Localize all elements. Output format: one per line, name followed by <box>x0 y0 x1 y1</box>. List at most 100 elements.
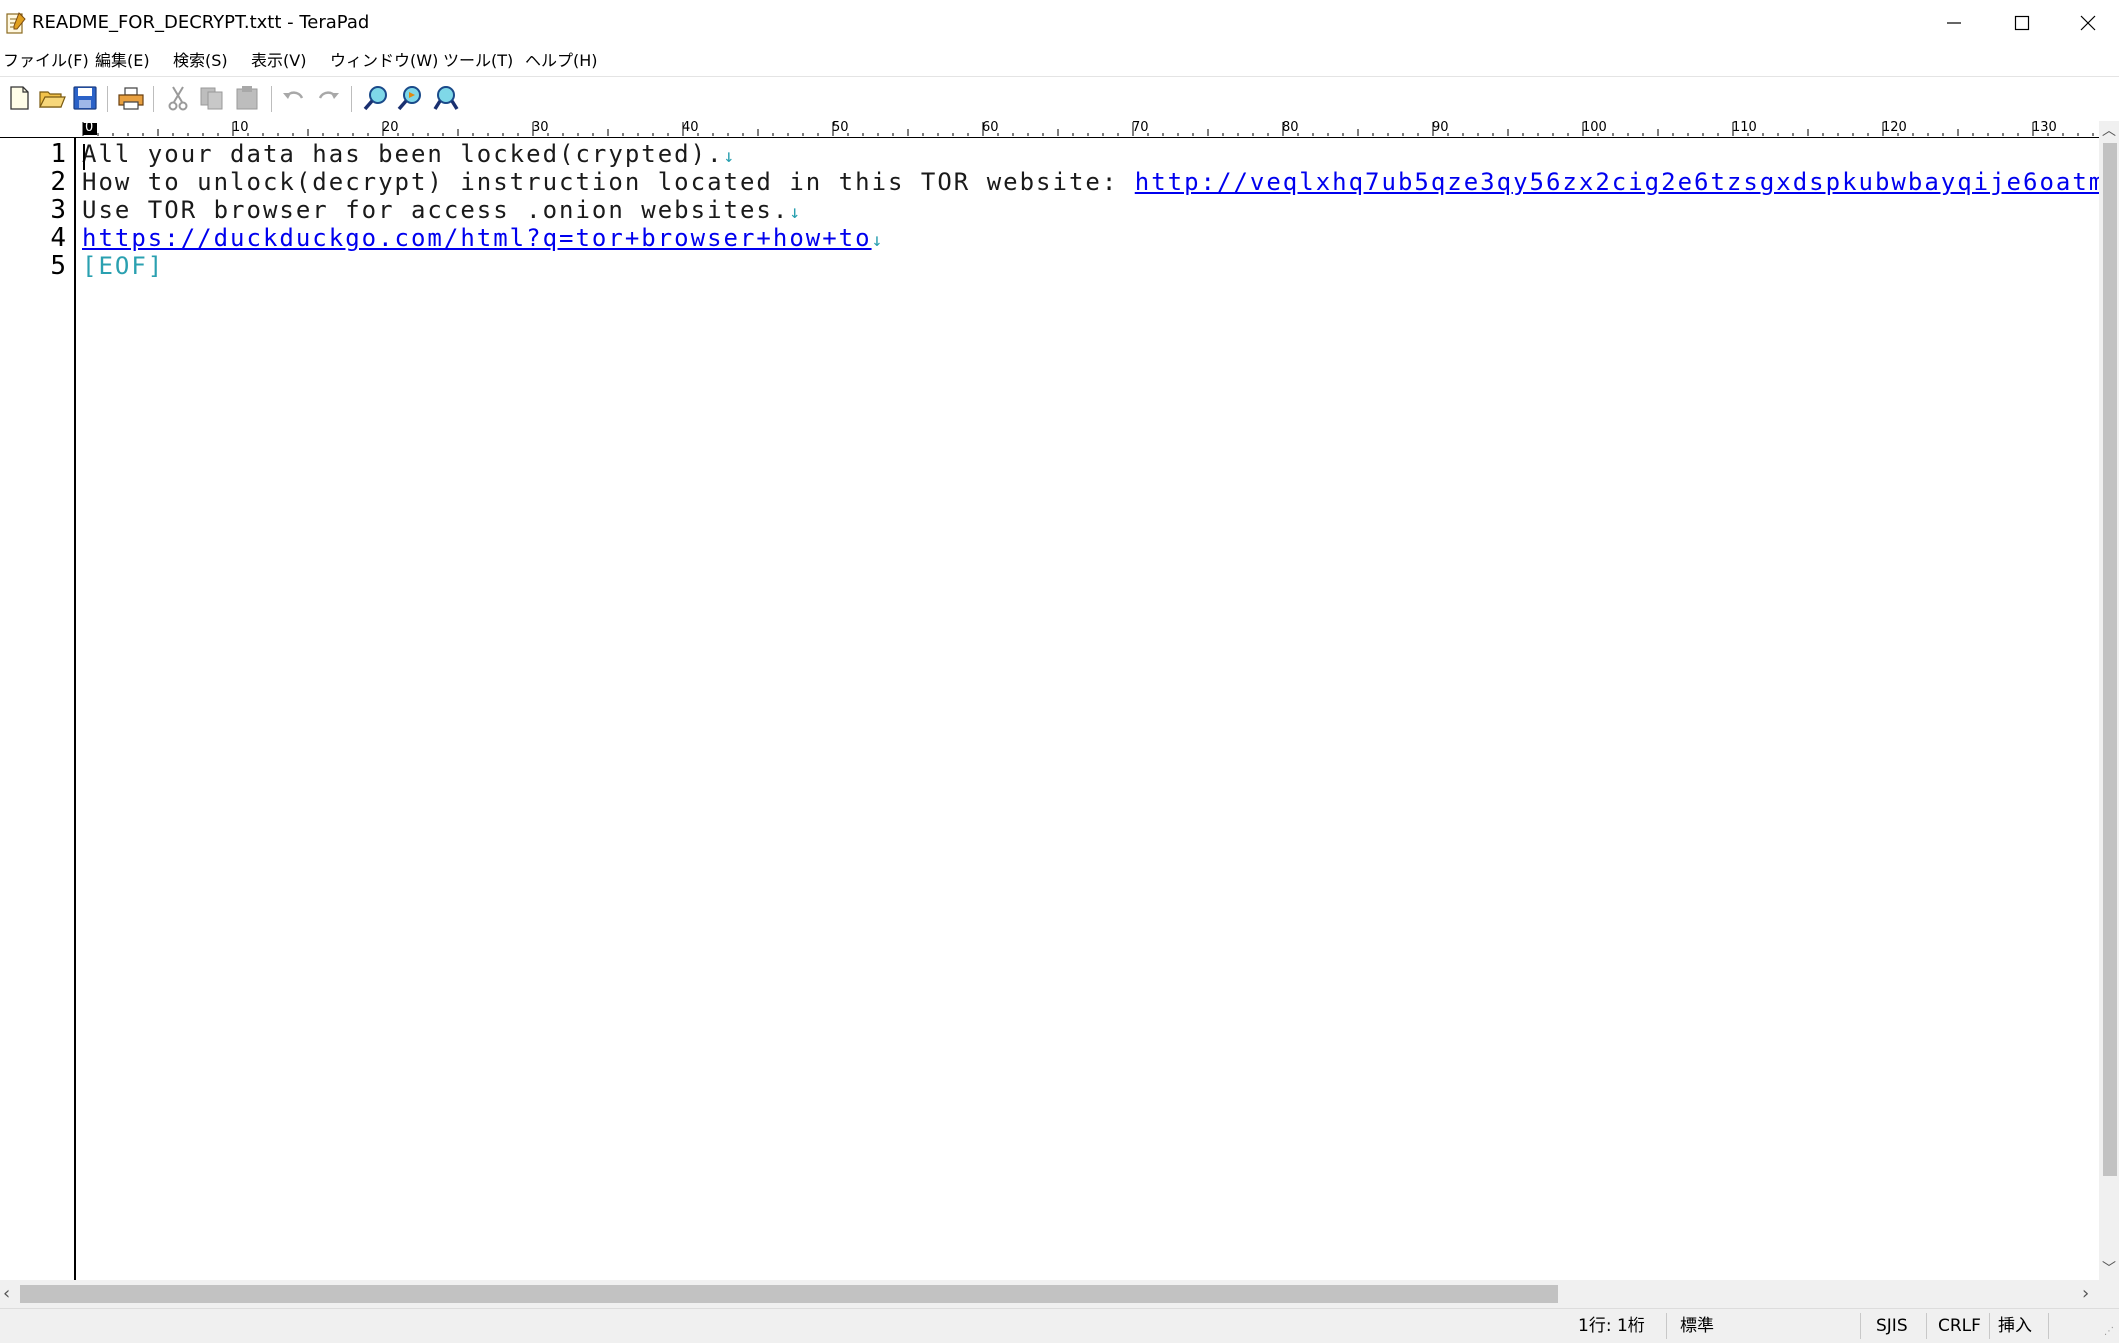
print-button[interactable] <box>116 83 146 113</box>
cut-button[interactable] <box>163 83 193 113</box>
return-mark: ↓ <box>789 202 803 223</box>
ruler-label: 30 <box>532 121 549 135</box>
resize-grip-icon[interactable]: ⋰ <box>2104 1326 2114 1337</box>
ruler-label: 20 <box>382 121 399 135</box>
newline-indicator[interactable]: CRLF <box>1938 1316 1981 1336</box>
status-separator <box>1860 1313 1861 1339</box>
scroll-left-icon[interactable]: ‹ <box>3 1284 10 1304</box>
menu-view[interactable]: 表示(V) <box>251 49 306 73</box>
ruler-label: 110 <box>1732 121 1757 135</box>
paste-icon <box>236 86 258 110</box>
copy-button[interactable] <box>197 83 227 113</box>
menu-edit[interactable]: 編集(E) <box>95 49 150 73</box>
print-icon <box>118 87 144 110</box>
scroll-down-icon[interactable]: ﹀ <box>2102 1261 2116 1277</box>
status-bar: 1行: 1桁 標準 SJIS CRLF 挿入 <box>0 1308 2119 1343</box>
find-prev-button[interactable] <box>431 83 461 113</box>
line-number: 1 <box>50 139 66 169</box>
editor-line-4[interactable]: https://duckduckgo.com/html?q=tor+browse… <box>82 224 884 255</box>
scrollbar-corner <box>2099 1280 2119 1308</box>
ruler-label: 70 <box>1132 121 1149 135</box>
text-editor-area[interactable]: All your data has been locked(crypted).↓… <box>76 138 2099 1280</box>
menu-tools[interactable]: ツール(T) <box>443 49 513 73</box>
return-mark: ↓ <box>871 230 885 251</box>
eof-marker: [EOF] <box>82 252 165 280</box>
ruler-label: 120 <box>1882 121 1907 135</box>
terapad-app-icon[interactable] <box>5 11 27 35</box>
encoding-indicator[interactable]: SJIS <box>1876 1316 1908 1336</box>
editor-line-3[interactable]: Use TOR browser for access .onion websit… <box>82 196 802 227</box>
ruler-label: 90 <box>1432 121 1449 135</box>
new-file-button[interactable] <box>4 83 34 113</box>
line-number: 2 <box>50 167 66 197</box>
toolbar-separator <box>153 86 154 112</box>
ruler-label: 10 <box>232 121 249 135</box>
find-button[interactable] <box>361 83 391 113</box>
find-next-icon <box>397 86 421 111</box>
status-separator <box>1926 1313 1927 1339</box>
ruler-corner <box>0 121 82 138</box>
maximize-icon <box>2014 15 2030 31</box>
close-button[interactable] <box>2055 0 2119 46</box>
ruler-label: 80 <box>1282 121 1299 135</box>
insert-mode-indicator: 挿入 <box>1998 1316 2032 1336</box>
line-number: 4 <box>50 223 66 253</box>
ruler-label: 0 <box>85 121 94 135</box>
status-separator <box>1666 1313 1667 1339</box>
line-text: All your data has been locked(crypted). <box>82 140 724 168</box>
save-button[interactable] <box>70 83 100 113</box>
menu-help[interactable]: ヘルプ(H) <box>525 49 598 73</box>
save-icon <box>73 86 97 110</box>
window-title: README_FOR_DECRYPT.txtt - TeraPad <box>32 12 370 33</box>
horizontal-scroll-thumb[interactable] <box>20 1285 1558 1303</box>
minimize-button[interactable] <box>1921 0 1987 46</box>
ruler-label: 130 <box>2032 121 2057 135</box>
line-text: Use TOR browser for access .onion websit… <box>82 196 790 224</box>
text-caret <box>83 144 85 170</box>
scroll-up-icon[interactable]: ︿ <box>2102 123 2116 139</box>
menu-search[interactable]: 検索(S) <box>173 49 228 73</box>
open-file-button[interactable] <box>37 83 67 113</box>
menu-window[interactable]: ウィンドウ(W) <box>330 49 438 73</box>
scroll-right-icon[interactable]: › <box>2082 1284 2089 1304</box>
title-bar: README_FOR_DECRYPT.txtt - TeraPad <box>0 0 2119 46</box>
ruler-label: 50 <box>832 121 849 135</box>
toolbar-separator <box>271 86 272 112</box>
vertical-scroll-thumb[interactable] <box>2103 143 2117 1176</box>
toolbar <box>0 77 2119 119</box>
paste-button[interactable] <box>232 83 262 113</box>
toolbar-separator <box>107 86 108 112</box>
undo-icon <box>283 91 304 99</box>
duckduckgo-url-link[interactable]: https://duckduckgo.com/html?q=tor+browse… <box>82 224 872 252</box>
line-text: How to unlock(decrypt) instruction locat… <box>82 168 1135 196</box>
line-number: 3 <box>50 195 66 225</box>
undo-button[interactable] <box>279 83 309 113</box>
ruler-label: 100 <box>1582 121 1607 135</box>
onion-url-link[interactable]: http://veqlxhq7ub5qze3qy56zx2cig2e6tzsgx… <box>1135 168 2099 196</box>
return-mark: ↓ <box>723 146 737 167</box>
minimize-icon <box>1947 22 1961 24</box>
display-mode: 標準 <box>1680 1316 1714 1336</box>
editor-line-2[interactable]: How to unlock(decrypt) instruction locat… <box>82 168 2099 196</box>
open-folder-icon <box>39 91 66 108</box>
toolbar-separator <box>351 86 352 112</box>
status-separator <box>2048 1313 2049 1339</box>
redo-icon <box>318 91 339 99</box>
maximize-button[interactable] <box>1989 0 2055 46</box>
menu-file[interactable]: ファイル(F) <box>3 49 89 73</box>
column-ruler: 0 10 20 30 40 50 60 70 80 90 100 110 120… <box>82 121 2099 138</box>
ruler-label: 60 <box>982 121 999 135</box>
cut-icon <box>168 86 188 111</box>
editor-line-1[interactable]: All your data has been locked(crypted).↓ <box>82 140 736 171</box>
find-prev-icon <box>433 86 459 110</box>
find-icon <box>363 86 387 111</box>
copy-icon <box>200 87 223 110</box>
ruler-label: 40 <box>682 121 699 135</box>
horizontal-scrollbar[interactable]: ‹ › <box>0 1280 2099 1308</box>
status-separator <box>1989 1313 1990 1339</box>
vertical-scrollbar[interactable]: ︿ ﹀ <box>2099 121 2119 1280</box>
redo-button[interactable] <box>313 83 343 113</box>
menu-bar: ファイル(F) 編集(E) 検索(S) 表示(V) ウィンドウ(W) ツール(T… <box>0 46 2119 77</box>
find-next-button[interactable] <box>395 83 425 113</box>
close-icon <box>2080 15 2096 31</box>
